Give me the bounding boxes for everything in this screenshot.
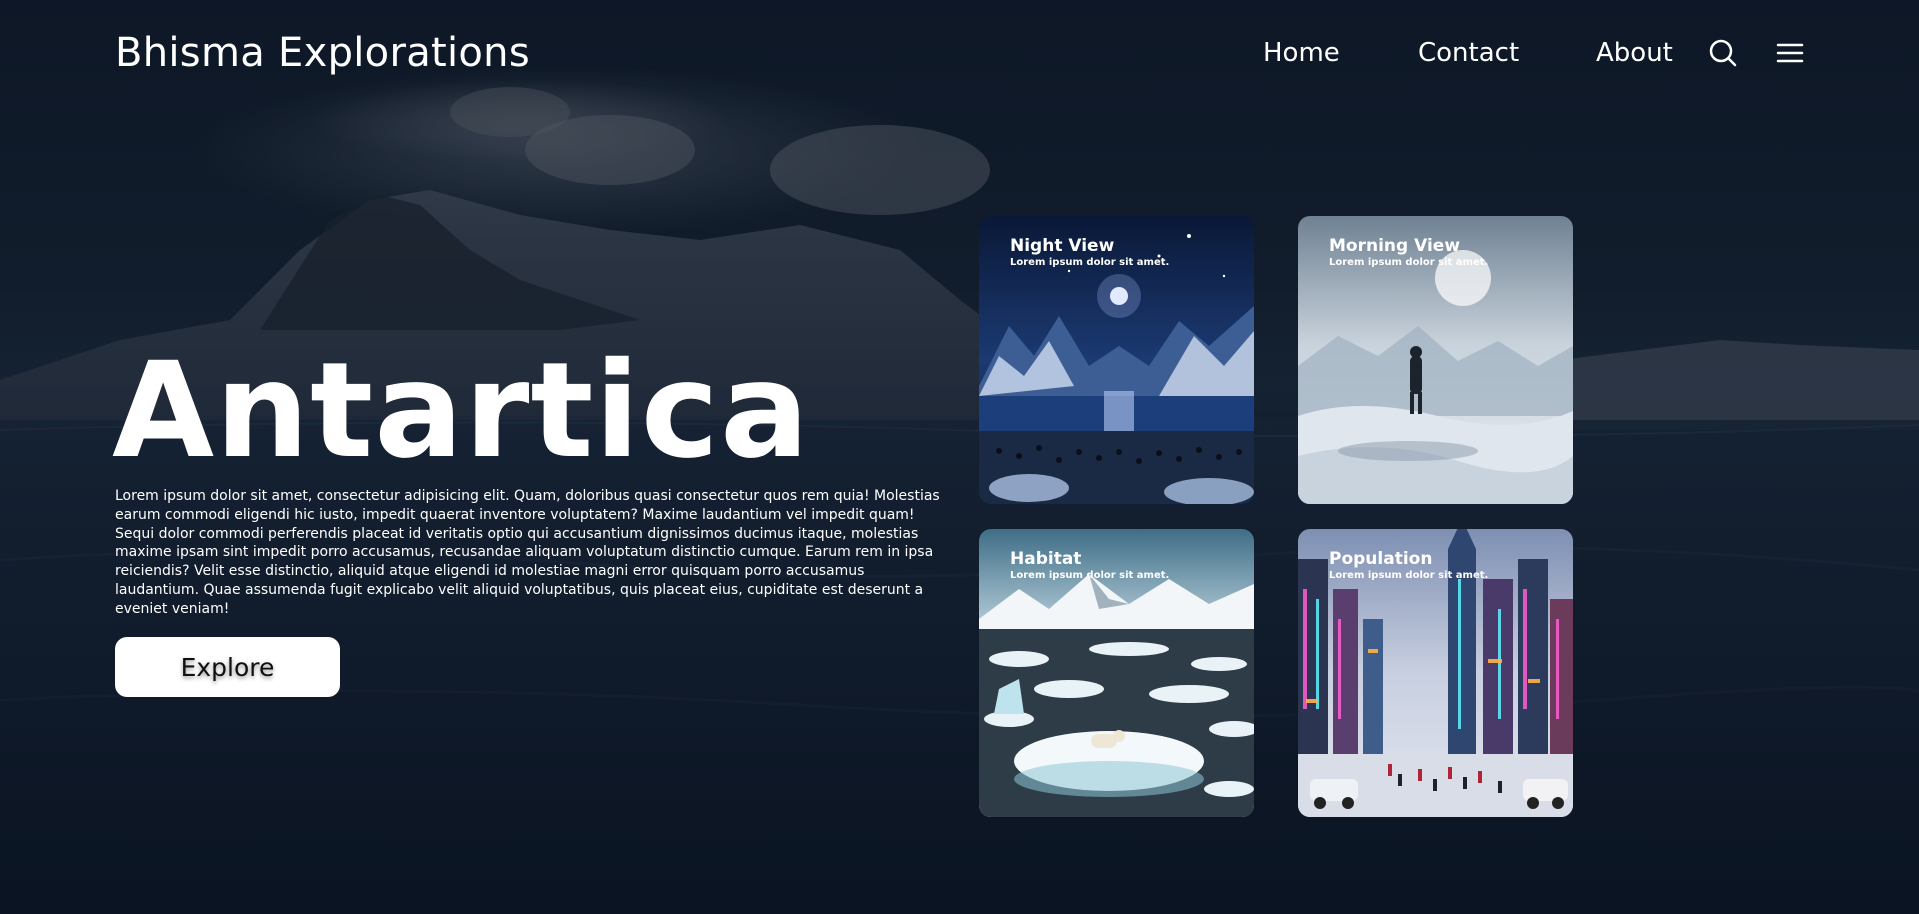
card-morning-view[interactable]: Morning View Lorem ipsum dolor sit amet. <box>1298 216 1573 504</box>
nav-contact-link[interactable]: Contact <box>1418 38 1519 68</box>
card-title: Habitat <box>1010 549 1082 569</box>
card-title: Population <box>1329 549 1433 569</box>
card-habitat[interactable]: Habitat Lorem ipsum dolor sit amet. <box>979 529 1254 817</box>
explore-button[interactable]: Explore <box>115 637 340 697</box>
card-subtitle: Lorem ipsum dolor sit amet. <box>1329 257 1489 268</box>
card-subtitle: Lorem ipsum dolor sit amet. <box>1010 570 1170 581</box>
nav-about-link[interactable]: About <box>1596 38 1673 68</box>
card-subtitle: Lorem ipsum dolor sit amet. <box>1010 257 1170 268</box>
card-subtitle: Lorem ipsum dolor sit amet. <box>1329 570 1489 581</box>
card-title: Night View <box>1010 236 1115 256</box>
menu-icon[interactable] <box>1775 38 1805 68</box>
card-night-view[interactable]: Night View Lorem ipsum dolor sit amet. <box>979 216 1254 504</box>
card-title: Morning View <box>1329 236 1461 256</box>
hero-description: Lorem ipsum dolor sit amet, consectetur … <box>115 488 940 617</box>
hero-title: Antartica <box>112 334 811 488</box>
brand-logo[interactable]: Bhisma Explorations <box>115 30 530 76</box>
page: Bhisma Explorations Home Contact About A… <box>0 0 1919 914</box>
card-population[interactable]: Population Lorem ipsum dolor sit amet. <box>1298 529 1573 817</box>
nav-home-link[interactable]: Home <box>1263 38 1340 68</box>
search-icon[interactable] <box>1708 38 1738 68</box>
